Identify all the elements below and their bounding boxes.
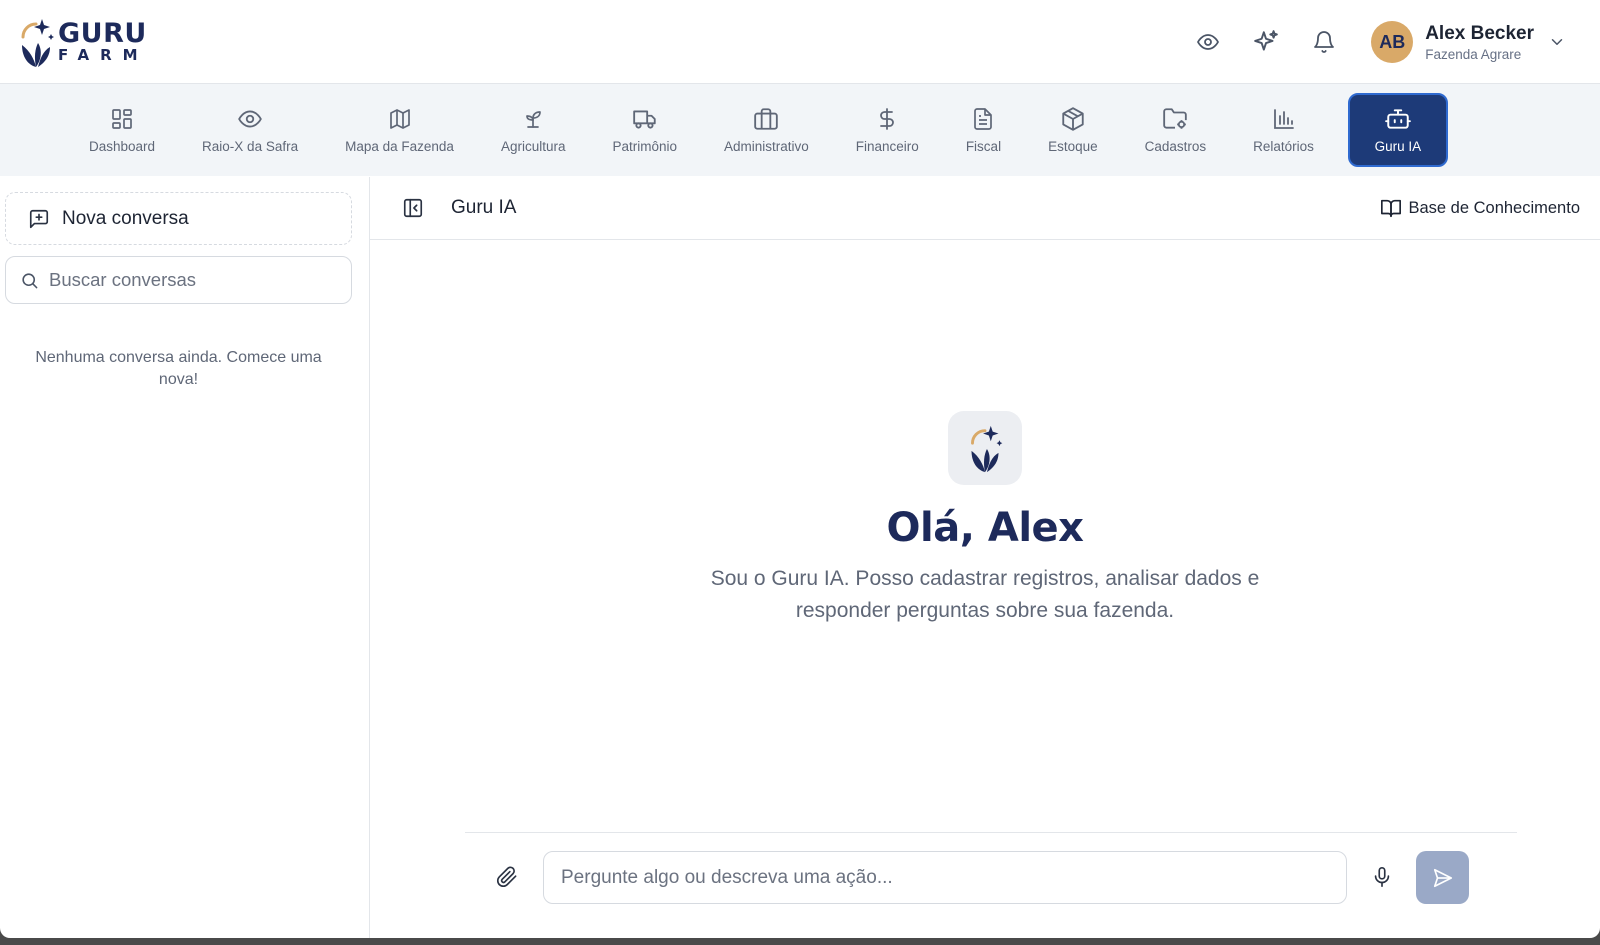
avatar: AB — [1371, 21, 1414, 63]
nav-item-label: Agricultura — [500, 139, 566, 154]
eye-icon — [237, 106, 263, 132]
paperclip-icon[interactable] — [496, 866, 518, 888]
top-header: GURU FARM AB Alex Becker Fazenda Agrare — [0, 0, 1600, 84]
composer-divider — [465, 832, 1517, 833]
briefcase-icon — [753, 106, 779, 132]
message-plus-icon — [28, 208, 50, 230]
nav-item-label: Mapa da Fazenda — [345, 139, 454, 154]
brand-line-2: FARM — [58, 46, 149, 64]
guru-ia-avatar — [948, 411, 1022, 485]
nav-item-label: Fiscal — [965, 139, 1002, 154]
nav-item-label: Cadastros — [1144, 139, 1207, 154]
nav-item-relatorios[interactable]: Relatórios — [1240, 93, 1327, 167]
chat-message-input[interactable] — [543, 851, 1347, 904]
user-farm: Fazenda Agrare — [1425, 46, 1522, 62]
main-area: Nova conversa Nenhuma conversa ainda. Co… — [0, 177, 1600, 938]
search-box[interactable] — [5, 256, 352, 304]
map-icon — [387, 106, 413, 132]
bell-icon[interactable] — [1307, 25, 1341, 59]
folder-settings-icon — [1162, 106, 1188, 132]
nav-item-dashboard[interactable]: Dashboard — [76, 93, 168, 167]
search-conversations-input[interactable] — [49, 269, 329, 291]
truck-icon — [632, 106, 658, 132]
nav-item-cadastros[interactable]: Cadastros — [1132, 93, 1220, 167]
dollar-icon — [874, 106, 900, 132]
eye-icon[interactable] — [1191, 25, 1225, 59]
search-icon — [20, 271, 39, 290]
sprout-icon — [520, 106, 546, 132]
knowledge-base-button[interactable]: Base de Conhecimento — [1380, 197, 1580, 219]
collapse-sidebar-icon[interactable] — [402, 197, 424, 219]
guru-farm-logo-icon — [21, 18, 54, 67]
nav-item-estoque[interactable]: Estoque — [1035, 93, 1111, 167]
package-icon — [1060, 106, 1086, 132]
conversation-sidebar: Nova conversa Nenhuma conversa ainda. Co… — [0, 177, 370, 938]
nav-item-guru-ia[interactable]: Guru IA — [1347, 93, 1448, 167]
bot-icon — [1385, 106, 1411, 132]
nav-item-label: Patrimônio — [612, 139, 677, 154]
nav-item-label: Dashboard — [89, 139, 156, 154]
nav-item-patrimonio[interactable]: Patrimônio — [599, 93, 690, 167]
chevron-down-icon[interactable] — [1548, 33, 1566, 51]
nav-item-label: Financeiro — [855, 139, 919, 154]
chat-title: Guru IA — [451, 197, 517, 218]
knowledge-base-label: Base de Conhecimento — [1408, 198, 1580, 217]
empty-state-text: Nenhuma conversa ainda. Comece uma nova! — [35, 349, 322, 388]
new-conversation-label: Nova conversa — [62, 207, 189, 229]
greeting-heading: Olá, Alex — [886, 505, 1084, 551]
document-icon — [970, 106, 996, 132]
book-open-icon — [1380, 197, 1402, 219]
welcome-panel: Olá, Alex Sou o Guru IA. Posso cadastrar… — [370, 411, 1600, 627]
brand-logo[interactable]: GURU FARM — [18, 15, 149, 69]
nav-item-financeiro[interactable]: Financeiro — [843, 93, 932, 167]
nav-item-label: Administrativo — [724, 139, 809, 154]
new-conversation-button[interactable]: Nova conversa — [5, 192, 352, 245]
nav-item-administrativo[interactable]: Administrativo — [711, 93, 822, 167]
user-menu[interactable]: AB Alex Becker Fazenda Agrare — [1371, 21, 1566, 63]
dashboard-icon — [109, 106, 135, 132]
nav-item-label: Estoque — [1048, 139, 1098, 154]
microphone-icon[interactable] — [1371, 866, 1393, 888]
guru-farm-logo-icon — [971, 425, 1003, 473]
nav-item-agricultura[interactable]: Agricultura — [488, 93, 579, 167]
nav-item-mapa[interactable]: Mapa da Fazenda — [332, 93, 467, 167]
nav-item-raio-x[interactable]: Raio-X da Safra — [189, 93, 311, 167]
message-composer — [370, 851, 1600, 905]
chat-header: Guru IA Base de Conhecimento — [370, 177, 1600, 240]
bar-chart-icon — [1271, 106, 1297, 132]
nav-item-label: Relatórios — [1253, 139, 1314, 154]
nav-item-label: Raio-X da Safra — [202, 139, 299, 154]
nav-item-fiscal[interactable]: Fiscal — [953, 93, 1014, 167]
greeting-subtitle: Sou o Guru IA. Posso cadastrar registros… — [710, 567, 1260, 622]
sparkles-icon[interactable] — [1249, 25, 1283, 59]
app-window: GURU FARM AB Alex Becker Fazenda Agrare — [0, 0, 1600, 938]
send-button[interactable] — [1416, 851, 1469, 904]
user-name: Alex Becker — [1425, 22, 1534, 44]
chat-panel: Guru IA Base de Conhecimento Olá, Alex S… — [370, 177, 1600, 938]
main-nav: Dashboard Raio-X da Safra Mapa da Fazend… — [0, 84, 1600, 176]
brand-line-1: GURU — [58, 18, 147, 49]
send-icon — [1432, 867, 1454, 889]
nav-item-label: Guru IA — [1374, 139, 1422, 154]
